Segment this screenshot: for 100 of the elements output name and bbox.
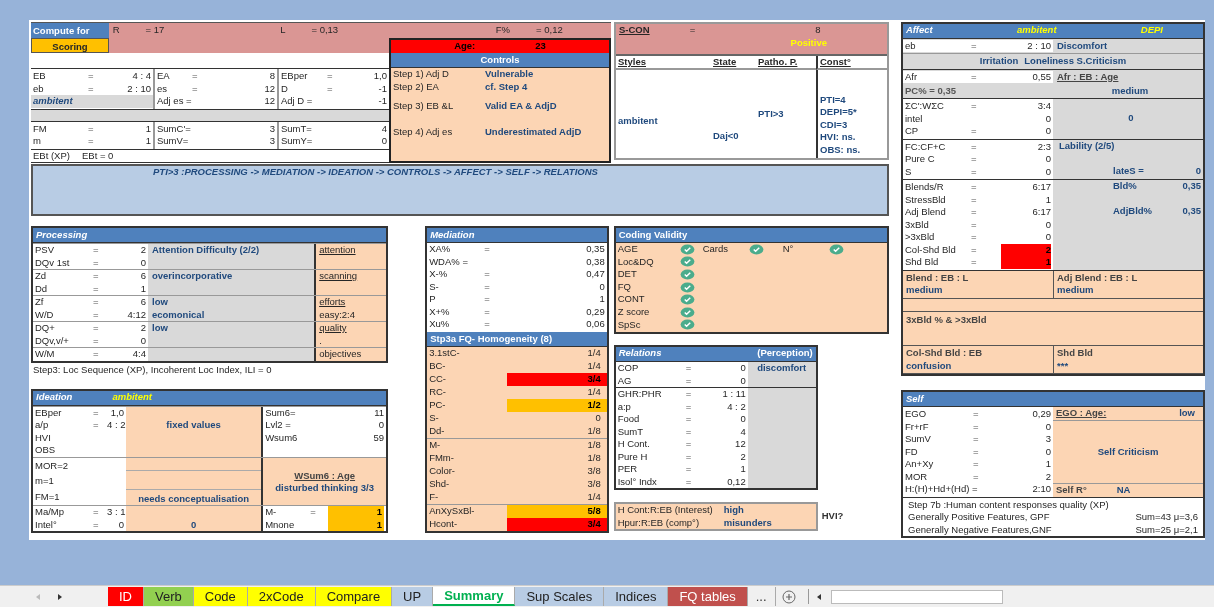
note-text: low [152,296,169,309]
sheet-tab[interactable]: ID [108,587,144,606]
sheet-tab[interactable]: Indices [604,587,669,606]
note-text: *** [1057,359,1070,372]
field-value: 1/8 [586,451,602,465]
equals-sign: = [971,181,978,194]
field-value: 0,06 [585,318,605,331]
sheet-tab[interactable]: UP [392,587,434,606]
field-label: H Cont. [617,438,651,451]
sheet-tab[interactable]: 2xCode [247,587,316,606]
field-label: PC% = 0,35 [904,84,957,98]
equals-sign: = [973,445,980,458]
field-label: eb [33,82,45,95]
sheet-tab[interactable]: Compare [315,587,393,606]
constellation-value: DEPI=5* [820,106,858,119]
field-value: 12 [734,438,746,451]
section-header: Controls [391,53,609,68]
field-value: 0,35 [1182,205,1201,218]
note-text: medium [906,284,944,297]
field-label: Hpur:R:EB (comp°) [616,516,701,530]
sheet-tab[interactable]: Code [193,587,248,606]
note-text: Loneliness S.Criticism [1024,55,1127,68]
field-label: PSV [35,244,55,257]
field-label: es [157,82,169,95]
section-title: Ideation [36,390,73,404]
field-label: COP [617,362,640,375]
note-text: medium [1057,284,1095,297]
field-value: 0 [1044,218,1051,231]
field-value: EBt = 0 [81,149,114,162]
field-label: Generally Negative Features,GNF [908,523,1052,536]
field-label: Intel° [35,518,58,531]
step-label: Step 1) Adj D [393,68,450,81]
side-label: attention [319,244,357,257]
field-label: DET [617,268,638,281]
field-label: Pure C [905,153,936,166]
note-text: Discomfort [1056,39,1109,53]
field-value: 2 [1044,470,1051,483]
equals-sign: = [973,420,980,433]
equals-sign: = [971,256,978,269]
field-label: S-CON [619,24,650,37]
scroll-right-icon[interactable] [56,592,64,601]
equals-sign: = [971,125,978,138]
field-label: Dd [35,282,49,295]
field-label: Z score [617,306,651,319]
equals-sign: = [484,293,491,306]
note-text: medium [1110,84,1150,98]
equals-sign: = [310,506,317,519]
note-heading: Blend : EB : L [906,271,970,284]
field-value: 3:4 [1036,100,1051,113]
field-value: 0 [1044,420,1051,433]
equals-sign: = [93,322,100,335]
sheet-tab[interactable]: FQ tables [668,587,748,606]
field-value: 3 [268,122,275,135]
field-label: m=1 [35,475,55,488]
field-label: D [281,82,289,95]
equals-sign: = [93,308,100,321]
field-value: 8 [268,70,275,83]
field-value: 0 [594,411,602,425]
field-label: EBper [35,406,63,419]
field-value: 4 [739,425,746,439]
field-value: 2 [739,450,746,464]
equals-sign: = [88,70,95,83]
equals-sign: = [685,362,693,375]
step-label: Step 3) EB &L [393,99,455,113]
field-label: EA [157,70,171,83]
horizontal-scrollbar[interactable] [830,589,1003,604]
field-value: 2 : 10 [126,82,151,95]
sheet-tab[interactable]: Sup Scales [515,587,605,606]
field-value: 1 [1001,256,1051,269]
field-label: S [905,165,913,178]
equals-sign: = [971,140,978,153]
field-value: 4 : 4 [131,70,151,83]
side-label: quality [319,322,348,335]
equals-sign: = [327,70,334,83]
sheet-tab[interactable]: Verb [144,587,194,606]
field-label: AdjBld% [1113,205,1153,218]
field-label: Adj Blend [905,206,947,219]
field-label: Shd Bld [905,256,940,269]
field-label: X+% [429,305,451,318]
constellation-value: HVI: ns. [820,131,857,144]
field-value: 1 : 11 [721,388,746,401]
style-label: ambitent [112,390,152,404]
field-label: FD [905,445,919,458]
field-label: Fr+rF [905,420,930,433]
field-value: 0,38 [585,255,605,268]
field-value: Sum=43 μ=3,6 [1135,511,1198,524]
equals-sign: = [973,470,980,483]
field-value: high [723,504,745,517]
note-heading: Afr : EB : Age [1056,70,1120,84]
field-label: ΣC':WΣC [905,100,945,113]
field-label: FMm- [428,451,455,465]
field-label: N° [782,243,795,256]
note-text: 0 [190,518,197,531]
field-label: L [280,24,286,37]
field-label: >3xBld [905,231,936,244]
note-text: confusion [906,359,953,372]
field-label: eb [905,39,917,53]
field-label: S- [428,411,440,425]
more-tabs-button[interactable]: ... [747,587,776,606]
add-sheet-icon[interactable] [781,589,796,604]
